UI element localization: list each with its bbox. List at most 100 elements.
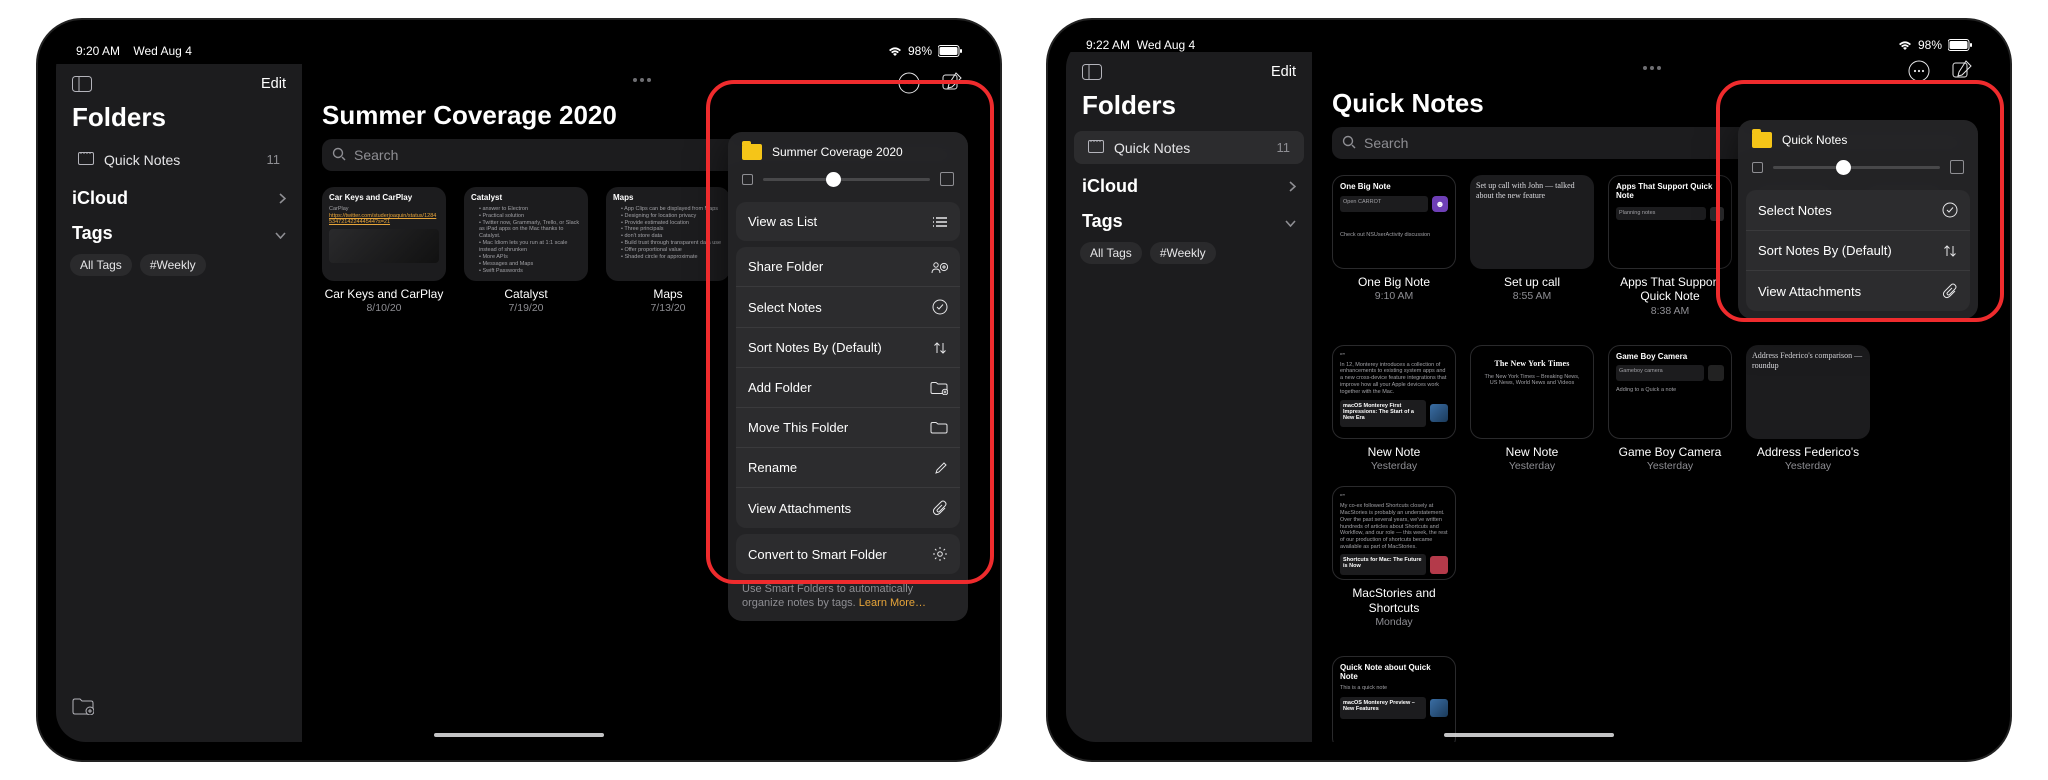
slider-knob[interactable] [1836,160,1851,175]
note-date: Yesterday [1647,460,1693,472]
note-date: 8:38 AM [1651,305,1690,317]
menu-select-notes[interactable]: Select Notes [1746,190,1970,231]
sidebar-section-tags[interactable]: Tags [56,213,302,248]
note-date: 9:10 AM [1375,290,1414,302]
note-thumb: Set up call with John — talked about the… [1470,175,1594,269]
status-time: 9:20 AM [76,44,120,58]
tag-chip[interactable]: #Weekly [1150,242,1216,264]
menu-share-folder[interactable]: Share Folder [736,247,960,287]
sidebar-section-icloud[interactable]: iCloud [56,178,302,213]
menu-rename[interactable]: Rename [736,448,960,488]
tag-chip[interactable]: All Tags [70,254,132,276]
sidebar-section-icloud[interactable]: iCloud [1066,166,1312,201]
note-card[interactable]: Catalyst answer to ElectronPractical sol… [464,187,588,314]
status-bar: 9:22 AM Wed Aug 4 98% [1066,38,1992,52]
compose-button[interactable] [1952,60,1972,87]
note-card[interactable]: Game Boy Camera Gameboy camera Adding to… [1608,345,1732,472]
sidebar-toggle-icon[interactable] [1082,64,1102,80]
note-card[interactable]: Apps That Support Quick Note Planning no… [1608,175,1732,317]
menu-convert-smart[interactable]: Convert to Smart Folder [736,534,960,574]
sidebar-section-tags[interactable]: Tags [1066,201,1312,236]
slider-knob[interactable] [826,172,841,187]
battery-pct: 98% [1918,38,1942,52]
quicknotes-icon [1088,139,1104,156]
note-card[interactable]: The New York Times The New York Times – … [1470,345,1594,472]
menu-select-notes[interactable]: Select Notes [736,287,960,328]
page-title: Summer Coverage 2020 [322,100,962,131]
note-body: answer to ElectronPractical solutionTwit… [471,206,581,275]
folder-options-popover: Quick Notes Select Notes Sort Notes By (… [1738,120,1978,319]
menu-add-folder[interactable]: Add Folder [736,368,960,408]
check-circle-icon [1942,202,1958,218]
sort-icon [932,341,948,355]
learn-more-link[interactable]: Learn More… [859,597,926,609]
compose-button[interactable] [942,72,962,99]
note-title: Set up call [1504,275,1560,289]
share-icon [930,260,948,274]
menu-view-as-list[interactable]: View as List [736,202,960,241]
menu-view-attachments[interactable]: View Attachments [736,488,960,528]
folder-icon [742,144,762,160]
search-icon [332,147,346,164]
multitasking-dots-icon[interactable] [1643,66,1661,70]
new-folder-icon[interactable] [56,687,302,730]
menu-move-folder[interactable]: Move This Folder [736,408,960,448]
sidebar-item-quicknotes[interactable]: Quick Notes 11 [64,143,294,176]
note-title: MacStories and Shortcuts [1332,586,1456,615]
sort-icon [1942,244,1958,258]
note-date: 8:55 AM [1513,290,1552,302]
home-indicator[interactable] [1444,733,1614,737]
note-card[interactable]: One Big Note Open CARROT☻ Check out NSUs… [1332,175,1456,317]
sidebar: Edit Folders Quick Notes 11 iCloud Tags [56,64,302,742]
note-title: Address Federico's [1757,445,1859,459]
more-button[interactable] [898,72,920,99]
check-circle-icon [932,299,948,315]
tags-row: All Tags #Weekly [56,248,302,282]
note-card[interactable]: Maps App Clips can be displayed from Map… [606,187,730,314]
thumbnail-size-slider[interactable] [728,168,968,196]
note-date: Yesterday [1509,460,1555,472]
note-date: 7/13/20 [650,302,685,314]
menu-sort-notes[interactable]: Sort Notes By (Default) [736,328,960,368]
note-title: Catalyst [504,287,547,301]
quicknotes-icon [78,151,94,168]
note-date: Yesterday [1371,460,1417,472]
note-thumb: Address Federico's comparison — roundup [1746,345,1870,439]
note-card[interactable]: Quick Note about Quick Note This is a qu… [1332,656,1456,742]
chevron-right-icon [1289,176,1296,197]
edit-button[interactable]: Edit [261,76,286,92]
multitasking-dots-icon[interactable] [633,78,651,82]
note-card[interactable]: “” In 12, Monterey introduces a collecti… [1332,345,1456,472]
note-card[interactable]: “” My co-ex followed Shortcuts closely a… [1332,486,1456,628]
sidebar-toggle-icon[interactable] [72,76,92,92]
thumbnail-size-slider[interactable] [1738,156,1978,184]
note-card[interactable]: Car Keys and CarPlay CarPlay https://twi… [322,187,446,314]
note-thumb: Game Boy Camera Gameboy camera Adding to… [1608,345,1732,439]
chevron-right-icon [279,188,286,209]
folder-icon [1752,132,1772,148]
note-card[interactable]: Address Federico's comparison — roundup … [1746,345,1870,472]
battery-icon [938,45,962,57]
page-title: Quick Notes [1332,88,1972,119]
grid-small-icon [1752,162,1763,173]
ipad-right: 9:22 AM Wed Aug 4 98% Edit Folders Quick… [1046,18,2012,762]
note-thumb: Catalyst answer to ElectronPractical sol… [464,187,588,281]
grid-large-icon [1950,160,1964,174]
pencil-icon [934,461,948,475]
note-card[interactable]: Set up call with John — talked about the… [1470,175,1594,317]
status-date: Wed Aug 4 [133,44,192,58]
tag-chip[interactable]: #Weekly [140,254,206,276]
more-button[interactable] [1908,60,1930,87]
note-title: One Big Note [1358,275,1430,289]
home-indicator[interactable] [434,733,604,737]
tag-chip[interactable]: All Tags [1080,242,1142,264]
battery-pct: 98% [908,44,932,58]
menu-view-attachments[interactable]: View Attachments [1746,271,1970,311]
edit-button[interactable]: Edit [1271,64,1296,80]
sidebar-item-quicknotes[interactable]: Quick Notes 11 [1074,131,1304,164]
note-thumb: “” In 12, Monterey introduces a collecti… [1332,345,1456,439]
screen: 9:20 AM Wed Aug 4 98% Edit Folders Quick [56,38,982,742]
note-thumb: Maps App Clips can be displayed from Map… [606,187,730,281]
menu-sort-notes[interactable]: Sort Notes By (Default) [1746,231,1970,271]
paperclip-icon [1943,283,1958,299]
